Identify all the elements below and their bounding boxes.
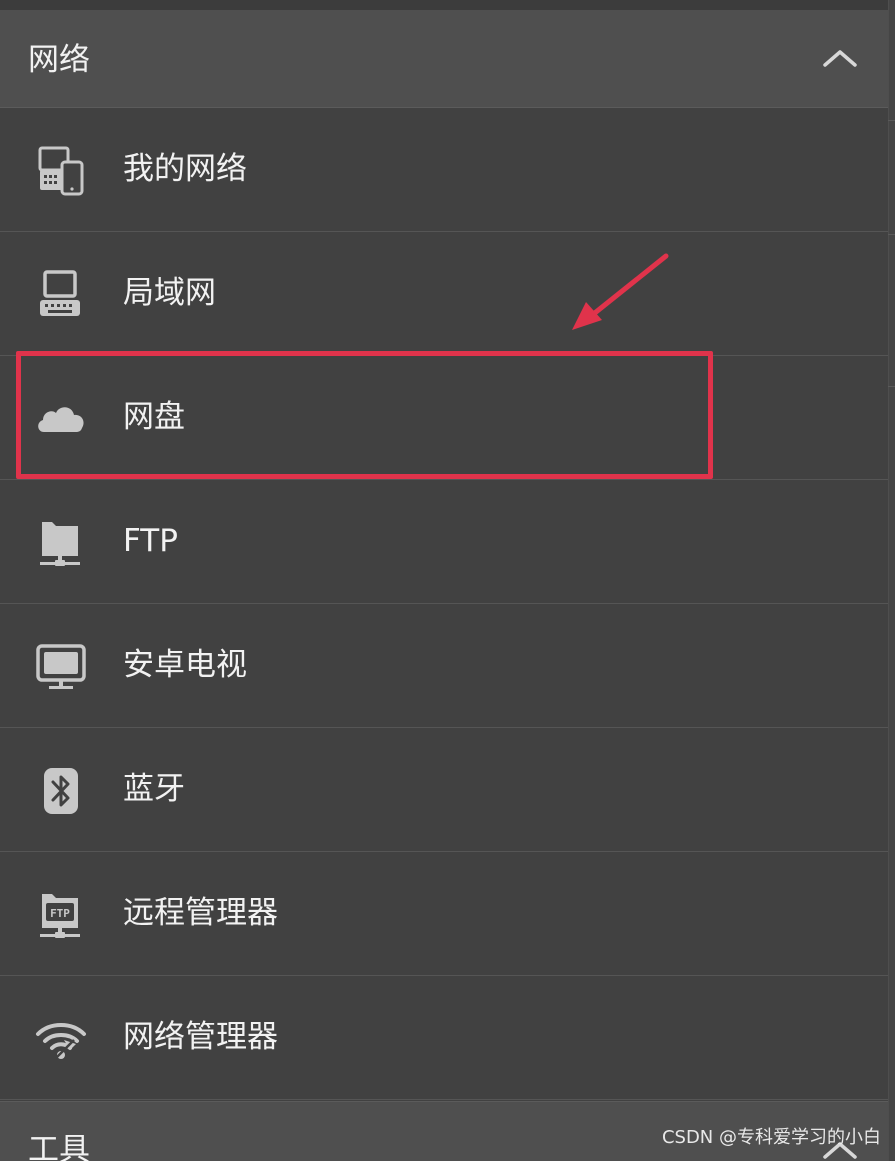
menu-item-label: 蓝牙 (123, 771, 185, 807)
menu-item-my-network[interactable]: 我的网络 (0, 109, 888, 232)
ftp-server-icon (40, 522, 80, 566)
menu-item-remote-manager[interactable]: FTP 远程管理器 (0, 853, 888, 976)
computer-icon (40, 270, 80, 316)
network-section-title: 网络 (28, 42, 90, 78)
menu-item-cloud-drive[interactable]: 网盘 (0, 357, 888, 480)
menu-item-label: 安卓电视 (123, 647, 247, 683)
devices-icon (38, 146, 84, 196)
tools-section-title: 工具 (28, 1132, 90, 1161)
watermark-text: CSDN @专科爱学习的小白 (661, 1127, 881, 1148)
gutter-divider (888, 386, 895, 387)
menu-item-label: 网络管理器 (123, 1019, 278, 1055)
menu-item-label: 我的网络 (123, 151, 247, 187)
svg-text:FTP: FTP (50, 907, 70, 920)
gutter-divider (888, 234, 895, 235)
tv-icon (36, 644, 86, 689)
menu-item-bluetooth[interactable]: 蓝牙 (0, 729, 888, 852)
wifi-share-icon (36, 1023, 86, 1059)
menu-item-lan[interactable]: 局域网 (0, 233, 888, 356)
menu-item-network-manager[interactable]: 网络管理器 (0, 977, 888, 1100)
chevron-up-icon[interactable] (822, 48, 858, 68)
network-section-header[interactable]: 网络 (0, 10, 888, 108)
menu-item-ftp[interactable]: FTP (0, 481, 888, 604)
ftp-remote-icon: FTP (40, 894, 80, 938)
bluetooth-icon (44, 768, 78, 814)
app-root: 网络 我的网络 局域网 网盘 FTP 安卓电视 蓝牙 FTP 远程管理器 网络管… (0, 0, 895, 1161)
menu-item-android-tv[interactable]: 安卓电视 (0, 605, 888, 728)
menu-item-label: 网盘 (123, 399, 185, 435)
menu-item-label: FTP (123, 523, 178, 559)
cloud-icon (38, 407, 84, 432)
menu-item-label: 远程管理器 (123, 895, 278, 931)
gutter-divider (888, 120, 895, 121)
menu-item-label: 局域网 (123, 275, 216, 311)
right-scroll-gutter (888, 0, 895, 1161)
